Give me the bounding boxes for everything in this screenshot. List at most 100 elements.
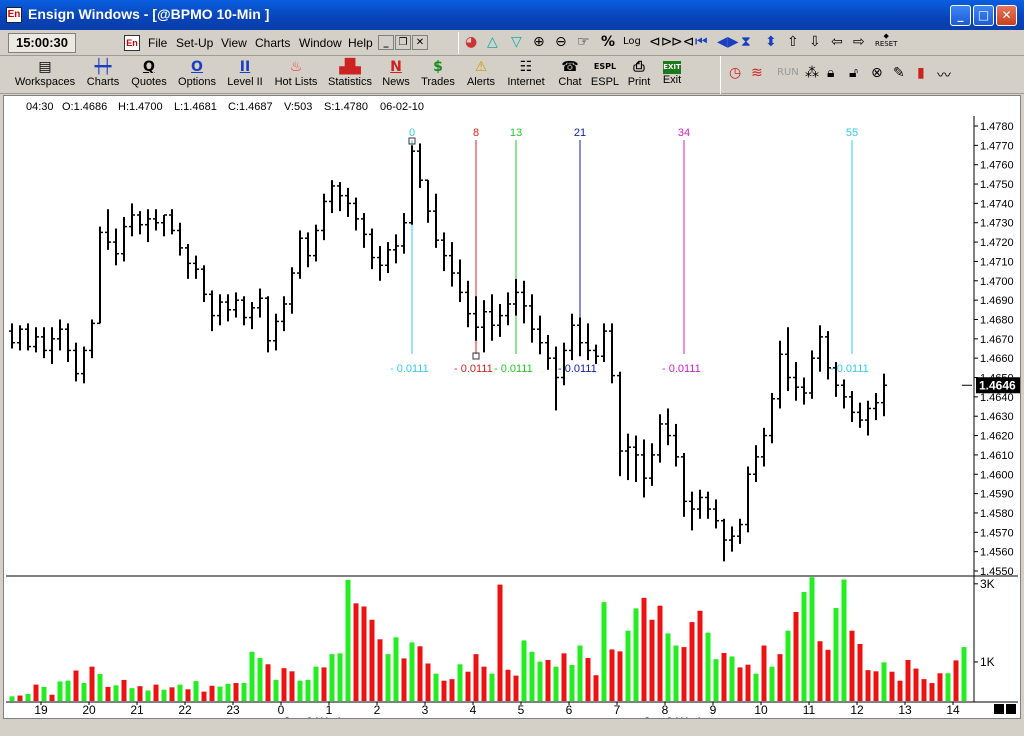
reset-icon[interactable]: ◆ RESET [875,32,897,48]
candle-icon[interactable]: ▮ [917,65,925,81]
volume-bar [673,645,679,701]
menu-help[interactable]: Help [348,36,373,50]
y-tick-label: 1.4750 [980,179,1014,191]
tool-options[interactable]: O Options [174,58,220,88]
menu-file[interactable]: File [148,36,167,50]
y-tick-label: 1.4760 [980,160,1014,172]
zoom-out-icon[interactable]: ⊖ [555,34,567,50]
volume-bar [401,658,407,701]
arrow-right-icon[interactable]: ⇨ [853,34,865,50]
tool-workspaces[interactable]: ▤ Workspaces [14,58,76,88]
volume-bar [297,680,303,701]
print-icon: ⎙ [633,59,645,75]
line-chart-icon[interactable]: 〰 [937,65,951,85]
hourglass-icon[interactable]: ⧗ [741,34,751,50]
pointer-icon[interactable]: ☞ [577,34,590,50]
doc-icon[interactable]: En [124,35,140,51]
title-bar[interactable]: En Ensign Windows - [@BPMO 10-Min ] _ □ … [0,0,1024,30]
tool-trades[interactable]: $ Trades [418,58,458,88]
reset-label: RESET [875,40,898,48]
volume-bar [497,584,503,701]
x-tick-label: 3 [422,703,429,717]
quotes-icon: Q [143,59,155,75]
volume-bar [897,680,903,701]
y-tick-label: 1.4680 [980,314,1014,326]
maximize-icon[interactable]: □ [973,5,994,26]
volume-bar [361,606,367,701]
price-chart[interactable]: 1.4780 1.4770 1.4760 1.4750 1.4740 1.4730 1.47… [4,96,1020,718]
clock-icon[interactable]: ◷ [729,65,741,81]
trades-icon: $ [433,59,443,75]
lock-alt-icon[interactable]: 🔓︎ [849,65,858,81]
refresh-icon[interactable]: ◕ [465,34,477,50]
connect-icon[interactable]: ⁂ [805,65,819,81]
arrow-down-icon[interactable]: ⇩ [809,34,821,50]
scroll-left-end-icon[interactable]: ⏮ [695,34,708,50]
tool-hotlists[interactable]: ♨ Hot Lists [272,58,320,88]
run-icon[interactable]: RUN [777,67,799,78]
x-date-label: Jun 2 Wed [283,715,340,718]
scroll-both-icon[interactable]: ◀▶ [717,34,739,50]
volume-bar [209,685,215,701]
volume-bar [433,673,439,701]
fib-zone-value: - 0.0111 [390,363,429,375]
fib-zone-label: 21 [574,127,586,139]
menu-view[interactable]: View [221,36,247,50]
tool-espl[interactable]: ESPL ESPL [590,58,620,88]
volume-bar [161,689,167,701]
y-tick-label: 1.4710 [980,256,1014,268]
x-tick-label: 23 [226,703,240,717]
gavel-icon[interactable]: ✎ [893,65,905,81]
tool-news[interactable]: N News [380,58,412,88]
menu-setup[interactable]: Set-Up [176,36,213,50]
minimize-icon[interactable]: _ [950,5,971,26]
triangle-down-icon[interactable]: ▽ [511,34,522,50]
volume-tick-label: 1K [980,655,995,669]
percent-icon[interactable]: % [601,34,615,50]
volume-bar [233,683,239,701]
close-icon[interactable]: ✕ [996,5,1017,26]
tool-internet[interactable]: ☷ Internet [504,58,548,88]
volume-bar [81,683,87,701]
x-tick-label: 6 [566,703,573,717]
expand-icon[interactable]: ⊳⊲ [671,34,694,50]
volume-bar [449,679,455,701]
volume-bar [561,653,567,701]
tool-alerts[interactable]: ⚠ Alerts [462,58,500,88]
lock-icon[interactable]: 🔒︎ [827,65,834,81]
volume-bar [841,579,847,701]
fib-zone-value: - 0.0111 [494,363,533,375]
volume-bar [913,668,919,701]
triangle-up-icon[interactable]: △ [487,34,498,50]
globe-icon[interactable]: ⊗ [871,65,883,81]
tool-print[interactable]: ⎙ Print [624,58,654,88]
volume-bar [777,654,783,701]
compress-icon[interactable]: ⊲⊳ [649,34,672,50]
volume-bar [761,645,767,701]
tool-quotes[interactable]: Q Quotes [128,58,170,88]
zoom-in-icon[interactable]: ⊕ [533,34,545,50]
log-icon[interactable]: Log [623,36,641,47]
fib-zone-label: 55 [846,127,858,139]
volume-bar [921,679,927,701]
tool-charts[interactable]: ┿┿ Charts [82,58,124,88]
up-down-icon[interactable]: ⬍ [765,34,777,50]
tool-label: Alerts [466,76,496,88]
arrow-left-icon[interactable]: ⇦ [831,34,843,50]
mdi-close-icon[interactable]: ✕ [412,35,428,50]
tool-level2[interactable]: II Level II [222,58,268,88]
app-icon[interactable]: En [6,7,22,23]
mdi-minimize-icon[interactable]: _ [378,35,394,50]
tool-exit[interactable]: EXIT Exit [658,58,686,86]
mdi-restore-icon[interactable]: ❐ [395,35,411,50]
volume-bar [225,683,231,701]
tool-statistics[interactable]: ▟▙ Statistics [326,58,374,88]
fib-zone-label: 8 [473,127,479,139]
waves-icon[interactable]: ≋ [751,65,763,81]
chart-window[interactable]: 04:30 O:1.4686 H:1.4700 L:1.4681 C:1.468… [3,95,1021,719]
tool-chat[interactable]: ☎ Chat [554,58,586,88]
arrow-up-icon[interactable]: ⇧ [787,34,799,50]
menu-charts[interactable]: Charts [255,36,290,50]
menu-window[interactable]: Window [299,36,342,50]
exit-icon: EXIT [663,61,681,74]
